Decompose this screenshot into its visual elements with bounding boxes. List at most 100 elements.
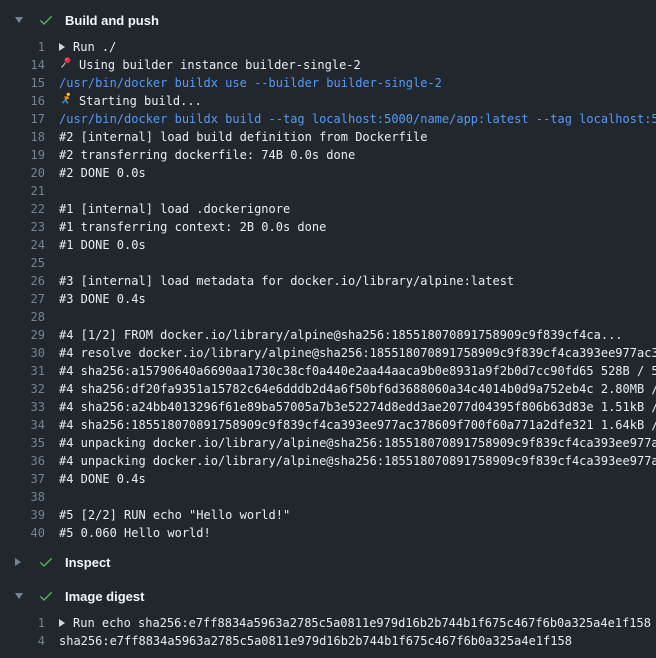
line-number[interactable]: 30 [0, 344, 45, 362]
line-number[interactable]: 4 [0, 632, 45, 650]
log-line: 33 #4 sha256:a24bb4013296f61e89ba57005a7b… [0, 398, 656, 416]
log-line: 21 [0, 182, 656, 200]
line-number[interactable]: 33 [0, 398, 45, 416]
log-text-content: Run ./ [73, 38, 116, 56]
log-text-content: #4 [1/2] FROM docker.io/library/alpine@s… [59, 326, 623, 344]
line-number[interactable]: 16 [0, 92, 45, 110]
log-text-content: /usr/bin/docker buildx build --tag local… [59, 110, 656, 128]
log-line: 28 [0, 308, 656, 326]
step-header-inspect[interactable]: Inspect [0, 550, 656, 574]
log-viewer: Build and push1Run ./14Using builder ins… [0, 0, 656, 658]
log-text: #3 [internal] load metadata for docker.i… [59, 272, 656, 290]
log-line: 18 #2 [internal] load build definition fr… [0, 128, 656, 146]
line-number[interactable]: 1 [0, 614, 45, 632]
runner-emoji [59, 92, 79, 110]
expand-group-icon[interactable] [59, 43, 65, 51]
log-text-content: #4 resolve docker.io/library/alpine@sha2… [59, 344, 656, 362]
log-text: #2 transferring dockerfile: 74B 0.0s don… [59, 146, 656, 164]
log-text: #4 sha256:df20fa9351a15782c64e6dddb2d4a6… [59, 380, 656, 398]
line-number[interactable]: 38 [0, 488, 45, 506]
log-text-content: #4 unpacking docker.io/library/alpine@sh… [59, 452, 656, 470]
line-number[interactable]: 35 [0, 434, 45, 452]
step-title: Image digest [65, 589, 144, 604]
log-line: 29 #4 [1/2] FROM docker.io/library/alpine… [0, 326, 656, 344]
log-text: #4 sha256:185518070891758909c9f839cf4ca3… [59, 416, 656, 434]
log-line: 23#1 transferring context: 2B 0.0s done [0, 218, 656, 236]
step-title: Build and push [65, 13, 159, 28]
log-line: 35 #4 unpacking docker.io/library/alpine@… [0, 434, 656, 452]
check-icon [38, 554, 54, 570]
log-line: 1 Run echo sha256:e7ff8834a5963a2785c5a08… [0, 614, 656, 632]
line-number[interactable]: 14 [0, 56, 45, 74]
log-line: 20#2 DONE 0.0s [0, 164, 656, 182]
line-number[interactable]: 29 [0, 326, 45, 344]
line-number[interactable]: 24 [0, 236, 45, 254]
log-text: #4 unpacking docker.io/library/alpine@sh… [59, 452, 656, 470]
log-group-toggle[interactable]: Run echo sha256:e7ff8834a5963a2785c5a081… [59, 614, 656, 632]
log-text-content: Starting build... [79, 92, 202, 110]
log-text-content: /usr/bin/docker buildx use --builder bui… [59, 74, 442, 92]
step-header-image-digest[interactable]: Image digest [0, 584, 656, 608]
line-number[interactable]: 21 [0, 182, 45, 200]
check-icon [38, 588, 54, 604]
line-number[interactable]: 26 [0, 272, 45, 290]
log-text-content: #1 [internal] load .dockerignore [59, 200, 290, 218]
expand-group-icon[interactable] [59, 619, 65, 627]
line-number[interactable]: 28 [0, 308, 45, 326]
log-text-content: #5 [2/2] RUN echo "Hello world!" [59, 506, 290, 524]
log-line: 15/usr/bin/docker buildx use --builder b… [0, 74, 656, 92]
log-text: #4 unpacking docker.io/library/alpine@sh… [59, 434, 656, 452]
log-line: 36 #4 unpacking docker.io/library/alpine@… [0, 452, 656, 470]
log-text: #1 DONE 0.0s [59, 236, 656, 254]
log-text: sha256:e7ff8834a5963a2785c5a0811e979d16b… [59, 632, 656, 650]
log-text: #2 [internal] load build definition from… [59, 128, 656, 146]
line-number[interactable]: 25 [0, 254, 45, 272]
log-text-content: #3 DONE 0.4s [59, 290, 146, 308]
line-number[interactable]: 15 [0, 74, 45, 92]
log-line: 17/usr/bin/docker buildx build --tag loc… [0, 110, 656, 128]
line-number[interactable]: 23 [0, 218, 45, 236]
log-text: #4 resolve docker.io/library/alpine@sha2… [59, 344, 656, 362]
line-number[interactable]: 39 [0, 506, 45, 524]
log-text-content: #2 transferring dockerfile: 74B 0.0s don… [59, 146, 355, 164]
log-line: 38 [0, 488, 656, 506]
line-number[interactable]: 1 [0, 38, 45, 56]
log-group-toggle[interactable]: Run ./ [59, 38, 656, 56]
line-number[interactable]: 27 [0, 290, 45, 308]
log-text: #4 [1/2] FROM docker.io/library/alpine@s… [59, 326, 656, 344]
line-number[interactable]: 18 [0, 128, 45, 146]
log-line: 1 Run ./ [0, 38, 656, 56]
line-number[interactable]: 32 [0, 380, 45, 398]
pushpin-emoji [59, 56, 79, 74]
log-text-content: #2 [internal] load build definition from… [59, 128, 427, 146]
line-number[interactable]: 37 [0, 470, 45, 488]
log-text: Starting build... [59, 92, 656, 110]
log-line: 31 #4 sha256:a15790640a6690aa1730c38cf0a4… [0, 362, 656, 380]
log-text-content: #4 sha256:df20fa9351a15782c64e6dddb2d4a6… [59, 380, 656, 398]
line-number[interactable]: 36 [0, 452, 45, 470]
log-text: #5 0.060 Hello world! [59, 524, 656, 542]
check-icon [38, 12, 54, 28]
step-log-build-and-push: 1 Run ./ 14 Using builder instance builder-… [0, 38, 656, 542]
line-number[interactable]: 17 [0, 110, 45, 128]
line-number[interactable]: 40 [0, 524, 45, 542]
log-line: 27 #3 DONE 0.4s [0, 290, 656, 308]
log-text [59, 254, 656, 272]
log-text-content: #4 sha256:a15790640a6690aa1730c38cf0a440… [59, 362, 656, 380]
log-text: #4 sha256:a15790640a6690aa1730c38cf0a440… [59, 362, 656, 380]
log-line: 16 Starting build... [0, 92, 656, 110]
step-log-image-digest: 1 Run echo sha256:e7ff8834a5963a2785c5a08… [0, 614, 656, 650]
log-line: 14 Using builder instance builder-single-… [0, 56, 656, 74]
step-header-build-and-push[interactable]: Build and push [0, 8, 656, 32]
log-text: #4 DONE 0.4s [59, 470, 656, 488]
line-number[interactable]: 20 [0, 164, 45, 182]
log-text-content: #4 sha256:a24bb4013296f61e89ba57005a7b3e… [59, 398, 656, 416]
line-number[interactable]: 31 [0, 362, 45, 380]
log-text: Using builder instance builder-single-2 [59, 56, 656, 74]
chevron-down-icon [15, 593, 23, 599]
log-line: 30 #4 resolve docker.io/library/alpine@sh… [0, 344, 656, 362]
line-number[interactable]: 34 [0, 416, 45, 434]
line-number[interactable]: 19 [0, 146, 45, 164]
log-line: 4 sha256:e7ff8834a5963a2785c5a0811e979d16… [0, 632, 656, 650]
line-number[interactable]: 22 [0, 200, 45, 218]
